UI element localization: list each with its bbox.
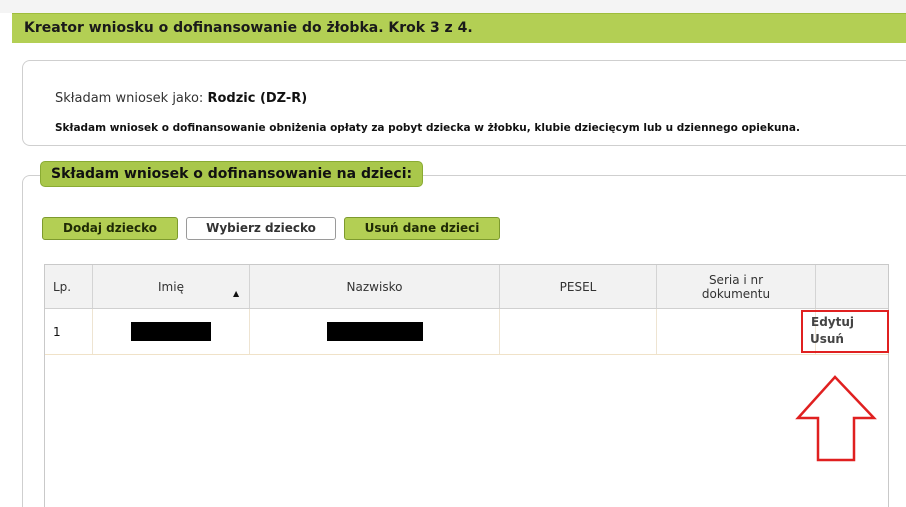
children-legend: Składam wniosek o dofinansowanie na dzie…	[40, 161, 424, 187]
delete-link[interactable]: Usuń	[810, 332, 844, 346]
column-header-lp[interactable]: Lp.	[45, 265, 93, 308]
column-header-pesel[interactable]: PESEL	[500, 265, 657, 308]
application-description: Składam wniosek o dofinansowanie obniżen…	[55, 122, 800, 134]
applicant-panel: Składam wniosek jako: Rodzic (DZ-R) Skła…	[22, 60, 906, 146]
select-child-button[interactable]: Wybierz dziecko	[186, 217, 336, 240]
add-child-button[interactable]: Dodaj dziecko	[42, 217, 178, 240]
cell-first-name	[93, 309, 250, 354]
redacted-first-name	[131, 322, 211, 341]
column-header-document[interactable]: Seria i nr dokumentu	[657, 265, 816, 308]
remove-children-button[interactable]: Usuń dane dzieci	[344, 217, 500, 240]
applicant-role: Składam wniosek jako: Rodzic (DZ-R)	[55, 91, 307, 106]
role-value: Rodzic (DZ-R)	[207, 91, 308, 106]
table-row: 1	[45, 309, 888, 355]
column-header-actions	[816, 265, 888, 308]
cell-last-name	[250, 309, 500, 354]
column-header-last-name[interactable]: Nazwisko	[250, 265, 500, 308]
sort-asc-icon: ▲	[233, 289, 240, 298]
top-strip	[0, 0, 906, 13]
column-header-first-name[interactable]: Imię ▲	[93, 265, 250, 308]
table-header: Lp. Imię ▲ Nazwisko PESEL Seria i nr dok…	[45, 265, 888, 309]
children-table: Lp. Imię ▲ Nazwisko PESEL Seria i nr dok…	[44, 264, 889, 507]
wizard-title: Kreator wniosku o dofinansowanie do żłob…	[12, 13, 906, 43]
role-prefix: Składam wniosek jako:	[55, 91, 204, 106]
redacted-last-name	[326, 322, 423, 341]
cell-lp: 1	[45, 309, 93, 354]
edit-link[interactable]: Edytuj	[811, 315, 854, 329]
up-arrow-annotation-icon	[795, 375, 877, 462]
cell-pesel	[500, 309, 657, 354]
cell-document	[657, 309, 816, 354]
column-header-first-name-label: Imię	[158, 279, 184, 294]
actions-highlight-box: Edytuj Usuń	[801, 310, 889, 353]
